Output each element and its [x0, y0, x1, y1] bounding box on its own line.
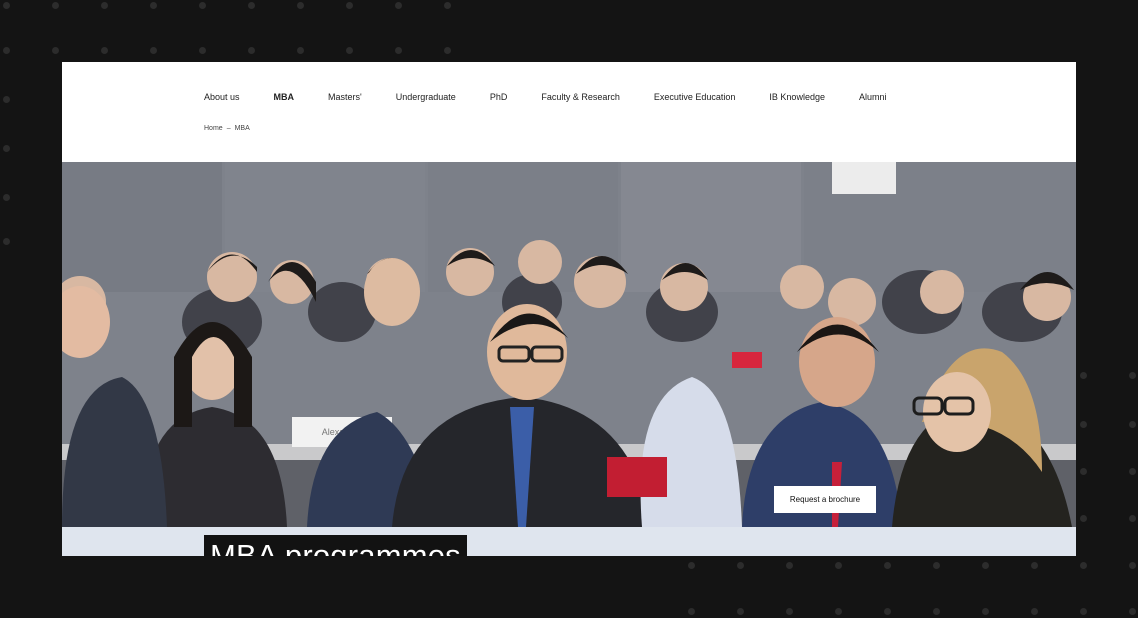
- nav-item-alumni[interactable]: Alumni: [859, 92, 887, 102]
- nav-item-undergraduate[interactable]: Undergraduate: [396, 92, 456, 102]
- nav-item-mba[interactable]: MBA: [274, 92, 295, 102]
- page-title: MBA programmes: [204, 534, 467, 556]
- website-frame: About us MBA Masters' Undergraduate PhD …: [62, 62, 1076, 556]
- nav-item-phd[interactable]: PhD: [490, 92, 508, 102]
- breadcrumb-current: MBA: [234, 125, 250, 132]
- breadcrumb-separator: –: [226, 125, 231, 132]
- main-navigation: About us MBA Masters' Undergraduate PhD …: [204, 90, 920, 104]
- request-brochure-button[interactable]: Request a brochure: [774, 486, 876, 513]
- nav-item-about-us[interactable]: About us: [204, 92, 240, 102]
- nav-item-masters[interactable]: Masters': [328, 92, 362, 102]
- nav-item-executive-education[interactable]: Executive Education: [654, 92, 736, 102]
- nav-item-ib-knowledge[interactable]: IB Knowledge: [769, 92, 825, 102]
- breadcrumb-home[interactable]: Home: [204, 125, 223, 132]
- breadcrumb: Home – MBA: [204, 125, 254, 132]
- hero-image: Alexander: [62, 162, 1076, 527]
- nav-item-faculty-research[interactable]: Faculty & Research: [541, 92, 620, 102]
